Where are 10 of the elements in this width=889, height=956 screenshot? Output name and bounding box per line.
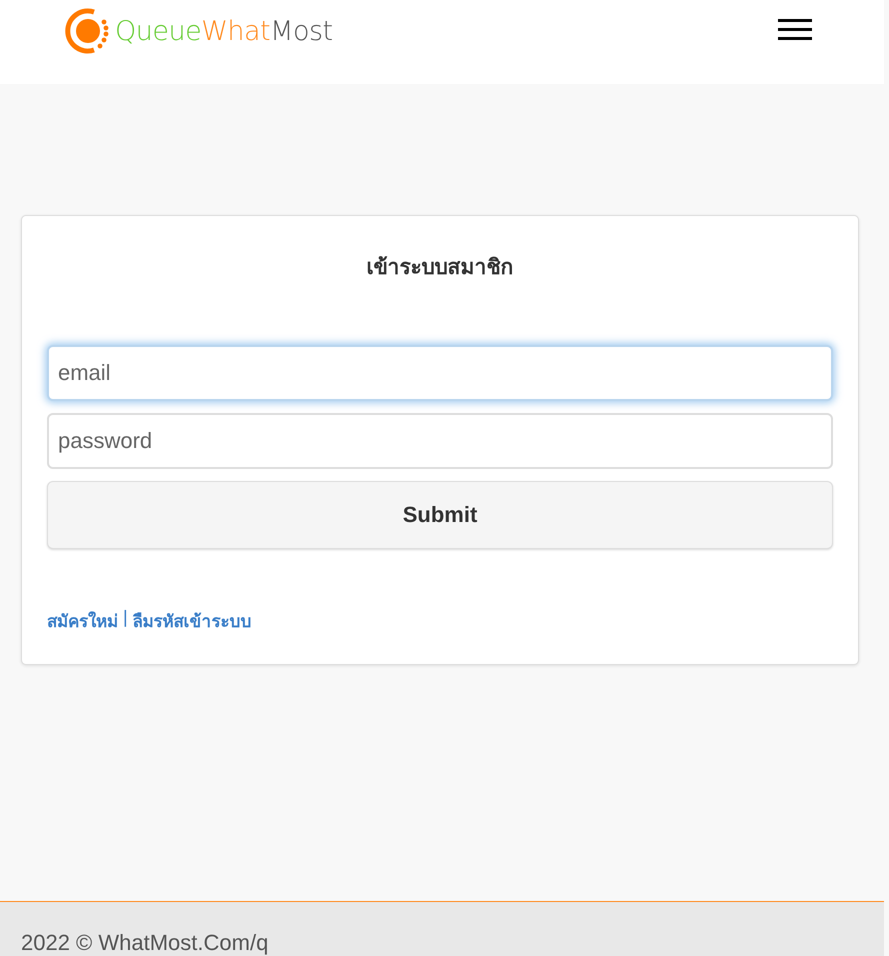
menu-icon[interactable] xyxy=(778,19,812,41)
input-field[interactable]: password xyxy=(47,413,833,470)
forgot-password-link[interactable]: ลืมรหัสเข้าระบบ xyxy=(132,607,252,634)
link-separator: | xyxy=(123,607,128,630)
copyright-text: 2022 © WhatMost.Com/q xyxy=(21,930,268,955)
login-title: เข้าระบบสมาชิก xyxy=(366,255,514,282)
logo-text: QueueWhatMost xyxy=(115,16,333,46)
register-link[interactable]: สมัครใหม่ xyxy=(47,607,118,634)
input-field[interactable]: email xyxy=(47,345,833,402)
submit-button[interactable]: Submit xyxy=(47,481,833,550)
